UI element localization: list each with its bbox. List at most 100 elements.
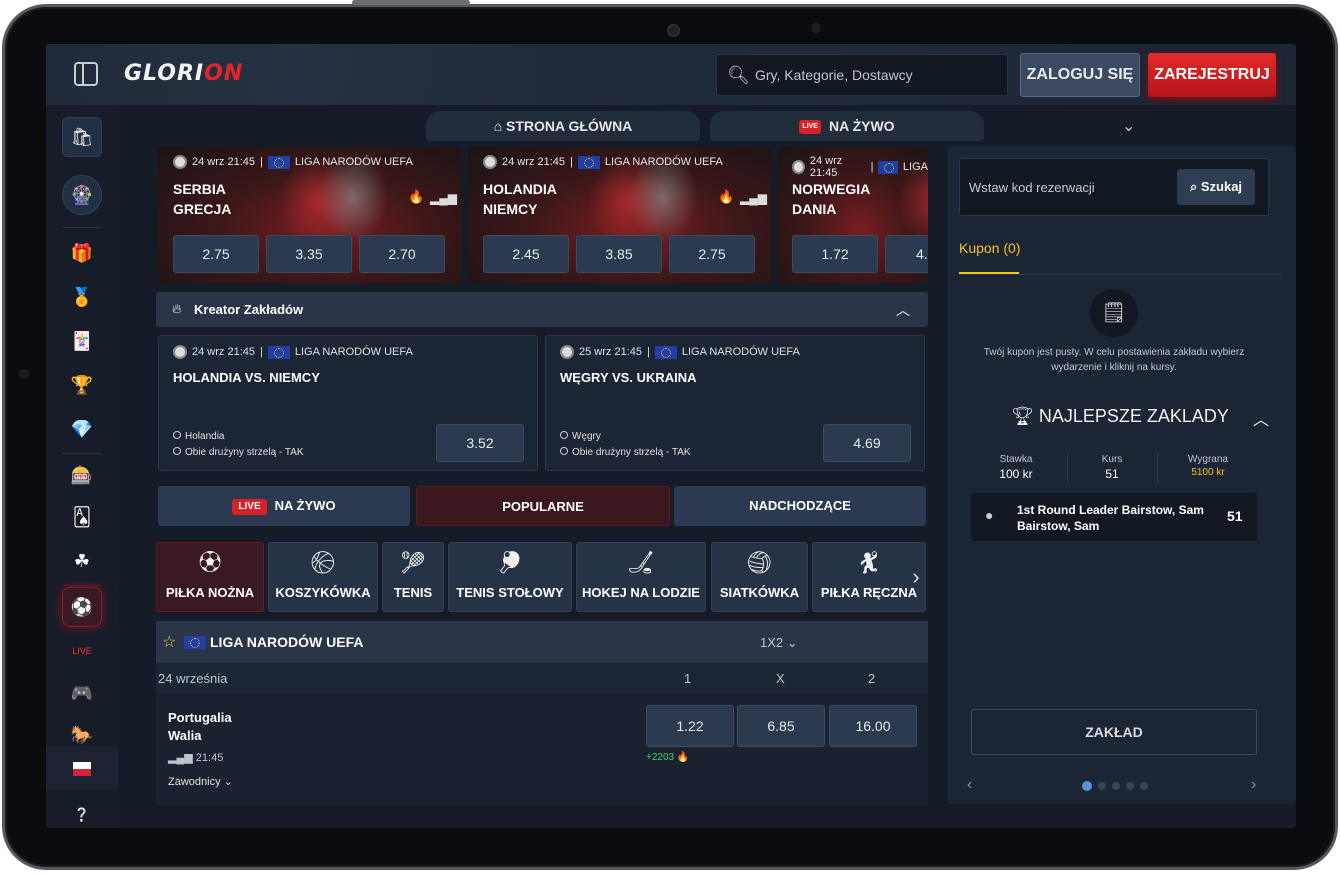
eu-flag-icon [267, 345, 290, 359]
sidebar-toggle-icon[interactable] [74, 62, 98, 86]
search-button[interactable]: ⌕ Szukaj [1177, 169, 1255, 205]
featured-card[interactable]: 24 wrz 21:45 | LIGA NORWEGIA DANIA 1.72 4… [777, 147, 928, 283]
odd-button[interactable]: 6.85 [737, 705, 825, 747]
chevron-up-icon[interactable]: ︿ [896, 300, 910, 320]
wheel-icon[interactable]: 🎡 [62, 175, 102, 215]
chevron-right-icon[interactable]: › [906, 542, 926, 612]
sport-volleyball[interactable]: 🏐︎ SIATKÓWKA [711, 542, 808, 612]
date-row: 24 września 1 X 2 [156, 663, 928, 693]
stats-icon[interactable]: ▂▄▆ [740, 191, 767, 205]
chevron-down-icon: ⌄ [786, 635, 798, 650]
live-icon[interactable]: LIVE [62, 631, 102, 671]
chevron-right-icon[interactable]: › [1251, 776, 1256, 794]
podium-icon[interactable]: 🏆 [62, 365, 102, 405]
odd-button[interactable]: 3.85 [576, 235, 662, 273]
sport-football[interactable]: ⚽︎ PIŁKA NOŻNA [156, 542, 264, 612]
sport-table-tennis[interactable]: 🏓︎ TENIS STOŁOWY [448, 542, 572, 612]
sport-basketball[interactable]: 🏀︎ KOSZYKÓWKA [268, 542, 378, 612]
basketball-icon: 🏀︎ [309, 550, 337, 575]
football-icon: ⚽︎ [198, 550, 221, 575]
search-icon: ⌕ [1189, 179, 1201, 194]
league-header[interactable]: ☆ LIGA NARODÓW UEFA 1X2 ⌄ [156, 621, 928, 663]
featured-card[interactable]: 24 wrz 21:45 | LIGA NARODÓW UEFA SERBIA G… [158, 147, 461, 283]
odd-button[interactable]: 3.35 [266, 235, 352, 273]
logo[interactable]: GLORION [124, 61, 243, 86]
sensor [811, 23, 821, 33]
tab-coupon[interactable]: Kupon (0) [959, 240, 1020, 256]
star-icon[interactable]: ☆ [162, 632, 176, 652]
help-icon[interactable]: ❔ [62, 795, 102, 828]
shop-icon[interactable]: 🛍 [62, 117, 102, 157]
diamond-icon[interactable]: 💎 [62, 409, 102, 449]
win: Wygrana 5100 kr [1188, 454, 1228, 478]
football-icon [173, 345, 187, 359]
chevron-down-icon: ⌄ [223, 776, 233, 788]
featured-card[interactable]: 24 wrz 21:45 | LIGA NARODÓW UEFA HOLANDI… [468, 147, 771, 283]
odd-button[interactable]: 4.69 [823, 424, 911, 462]
tab-live[interactable]: LIVE NA ŻYWO [158, 486, 410, 526]
search-input[interactable] [755, 55, 1005, 95]
eu-flag-icon [654, 345, 677, 359]
match-row[interactable]: Portugalia Walia ▂▄▆ 21:45 Zawodnicy ⌄ 1.… [156, 693, 928, 805]
slot-machine-icon[interactable]: 🎰 [62, 455, 102, 495]
tab-popular[interactable]: POPULARNE [416, 486, 670, 526]
odd-button[interactable]: 1.22 [646, 705, 734, 747]
carousel-dots[interactable] [1082, 781, 1148, 791]
chevron-down-icon[interactable]: ⌄ [1122, 116, 1135, 136]
odd-button[interactable]: 2.45 [483, 235, 569, 273]
stake: Stawka 100 kr [999, 454, 1033, 481]
search-icon: 🔍︎ [727, 65, 750, 85]
odd-button[interactable]: 2.70 [359, 235, 445, 273]
nav-live[interactable]: LIVE NA ŻYWO [710, 111, 984, 141]
market-count[interactable]: +2203 [646, 752, 674, 763]
best-bet-item[interactable]: ● 1st Round Leader Bairstow, Sam Bairstow… [971, 493, 1257, 541]
odd-button[interactable]: 3.52 [436, 424, 524, 462]
football-icon [560, 345, 574, 359]
hockey-icon: 🏒︎ [627, 550, 655, 575]
football-icon[interactable]: ⚽ [62, 587, 102, 627]
empty-coupon-text: Twój kupon jest pusty. W celu postawieni… [983, 347, 1245, 373]
fire-icon: 🔥︎ [172, 301, 182, 316]
tennis-icon: 🎾︎ [399, 550, 427, 575]
login-button[interactable]: ZALOGUJ SIĘ [1020, 53, 1140, 97]
stats-icon[interactable]: ▂▄▆ [430, 191, 457, 205]
place-bet-button[interactable]: ZAKŁAD [971, 709, 1257, 755]
side-sensor [19, 369, 29, 379]
betslip-panel: ⌕ Szukaj Kupon (0) 🗒︎ Twój kupon jest pu… [947, 146, 1296, 804]
language-selector[interactable] [46, 746, 118, 790]
bet-builder-card: 25 wrz 21:45 | LIGA NARODÓW UEFA WĘGRY V… [545, 335, 925, 471]
playing-card-icon[interactable]: 🂡 [62, 497, 102, 537]
nav-home[interactable]: ⌂ STRONA GŁÓWNA [426, 111, 700, 141]
match-title: HOLANDIA VS. NIEMCY [173, 370, 320, 385]
chevron-up-icon[interactable]: ︿ [1253, 406, 1269, 430]
stats-icon[interactable]: ▂▄▆ [168, 752, 196, 764]
camera [667, 24, 680, 37]
odd-button[interactable]: 16.00 [829, 705, 917, 747]
reservation-code-input[interactable] [969, 175, 1169, 199]
clover-icon[interactable]: ☘ [62, 541, 102, 581]
odd-button[interactable]: 2.75 [173, 235, 259, 273]
bet-builder-header[interactable]: 🔥︎ Kreator Zakładów ︿ [156, 292, 928, 327]
sidebar: 🛍 🎡 🎁 🏅 🃏 🏆 💎 🎰 🂡 ☘ ⚽ LIVE 🎮 🐎 ❔ [46, 105, 118, 828]
power-button [352, 0, 470, 5]
esports-icon[interactable]: 🎮 [62, 673, 102, 713]
market-selector[interactable]: 1X2 ⌄ [760, 635, 798, 651]
eu-flag-icon [878, 160, 898, 174]
medal-icon[interactable]: 🏅 [62, 277, 102, 317]
odds-total: Kurs 51 [1101, 454, 1123, 481]
tab-upcoming[interactable]: NADCHODZĄCE [674, 486, 926, 526]
register-button[interactable]: ZAREJESTRUJ [1148, 53, 1276, 97]
sport-tennis[interactable]: 🎾︎ TENIS [382, 542, 444, 612]
odd-button[interactable]: 2.75 [669, 235, 755, 273]
sport-ice-hockey[interactable]: 🏒︎ HOKEJ NA LODZIE [576, 542, 706, 612]
gift-icon[interactable]: 🎁 [62, 233, 102, 273]
bet-builder-card: 24 wrz 21:45 | LIGA NARODÓW UEFA HOLANDI… [158, 335, 538, 471]
odd-button[interactable]: 4. [885, 235, 928, 273]
cards-icon[interactable]: 🃏 [62, 321, 102, 361]
players-toggle[interactable]: Zawodnicy ⌄ [168, 775, 233, 788]
trophy-icon: 🏆︎ [1011, 406, 1039, 426]
odd-button[interactable]: 1.72 [792, 235, 878, 273]
league-title: LIGA NARODÓW UEFA [210, 634, 364, 650]
chevron-left-icon[interactable]: ‹ [967, 776, 972, 794]
reservation-box: ⌕ Szukaj [959, 158, 1269, 216]
